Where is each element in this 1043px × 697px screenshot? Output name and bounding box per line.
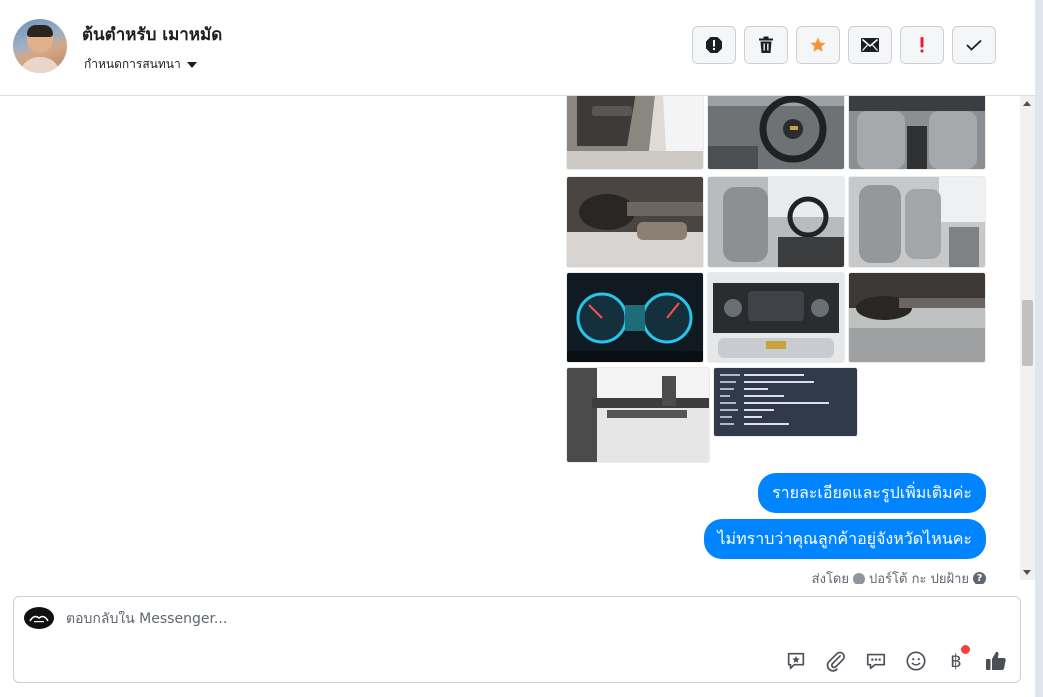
photo-steering-wheel[interactable]: [708, 96, 844, 169]
saved-reply-button[interactable]: [782, 647, 810, 675]
photo-spec-screenshot[interactable]: [714, 368, 857, 436]
sent-by-prefix: ส่งโดย: [811, 572, 849, 584]
photo-driver-seat[interactable]: [708, 177, 844, 267]
done-button[interactable]: [952, 26, 996, 64]
notification-dot: [961, 645, 970, 654]
thread-scrollbar[interactable]: [1020, 96, 1035, 580]
photo-suspension[interactable]: [567, 368, 709, 462]
emoji-icon: [906, 651, 926, 671]
composer-tools: ฿: [782, 645, 1010, 675]
assign-conversation-dropdown[interactable]: กำหนดการสนทนา: [84, 55, 197, 74]
saved-reply-icon: [787, 652, 805, 670]
message-thread: รายละเอียดและรูปเพิ่มเติมค่ะ ไม่ทราบว่าค…: [0, 96, 1020, 584]
message-bubble[interactable]: ไม่ทราบว่าคุณลูกค้าอยู่จังหวัดไหนคะ: [703, 519, 986, 559]
photo-undercarriage[interactable]: [567, 177, 703, 267]
emoji-button[interactable]: [902, 647, 930, 675]
photo-gauge-cluster[interactable]: [567, 273, 703, 362]
trash-icon: [759, 36, 773, 53]
photo-chassis[interactable]: [849, 273, 985, 362]
follow-up-button[interactable]: [900, 26, 944, 64]
delete-button[interactable]: [744, 26, 788, 64]
sent-by-info: ส่งโดย ปอร์โต้ กะ ปยฝ้าย ?: [812, 568, 986, 584]
scroll-down-arrow-icon[interactable]: [1023, 570, 1031, 575]
conversation-header: ต้นตำหรับ เมาหมัด กำหนดการสนทนา: [0, 0, 1035, 96]
send-like-button[interactable]: [982, 647, 1010, 675]
action-toolbar: [692, 26, 996, 64]
mark-unread-button[interactable]: [848, 26, 892, 64]
window-edge: [1035, 0, 1043, 697]
reply-input[interactable]: [66, 611, 766, 627]
chat-bubble-icon: [866, 653, 886, 670]
scroll-up-arrow-icon[interactable]: [1023, 101, 1031, 106]
envelope-icon: [861, 38, 879, 52]
photo-door-interior[interactable]: [567, 96, 703, 169]
photo-engine-bay[interactable]: [708, 273, 844, 362]
exclamation-icon: [920, 37, 924, 53]
attachment-icon: [826, 651, 845, 672]
photo-passenger-seats[interactable]: [849, 177, 985, 267]
photo-front-seats-rear-view[interactable]: [849, 96, 985, 169]
avatar[interactable]: [13, 19, 67, 73]
spam-button[interactable]: [692, 26, 736, 64]
star-icon: [810, 37, 826, 52]
caret-down-icon: [186, 61, 197, 68]
scroll-thumb[interactable]: [1022, 300, 1033, 366]
thumbs-up-icon: [986, 651, 1006, 670]
assign-label: กำหนดการสนทนา: [84, 57, 181, 71]
sent-status-icon: [853, 572, 865, 584]
contact-name[interactable]: ต้นตำหรับ เมาหมัด: [82, 21, 222, 48]
reply-composer: ฿: [13, 596, 1021, 683]
star-button[interactable]: [796, 26, 840, 64]
message-bubble[interactable]: รายละเอียดและรูปเพิ่มเติมค่ะ: [758, 473, 986, 513]
page-logo-icon: [24, 607, 54, 629]
quick-reply-button[interactable]: [862, 647, 890, 675]
attach-file-button[interactable]: [822, 647, 850, 675]
help-icon[interactable]: ?: [973, 572, 986, 584]
sent-by-name: ปอร์โต้ กะ ปยฝ้าย: [869, 572, 969, 584]
payment-button[interactable]: ฿: [942, 645, 970, 675]
baht-payment-icon: ฿: [950, 650, 962, 672]
alert-circle-icon: [706, 37, 722, 53]
check-icon: [966, 39, 982, 51]
